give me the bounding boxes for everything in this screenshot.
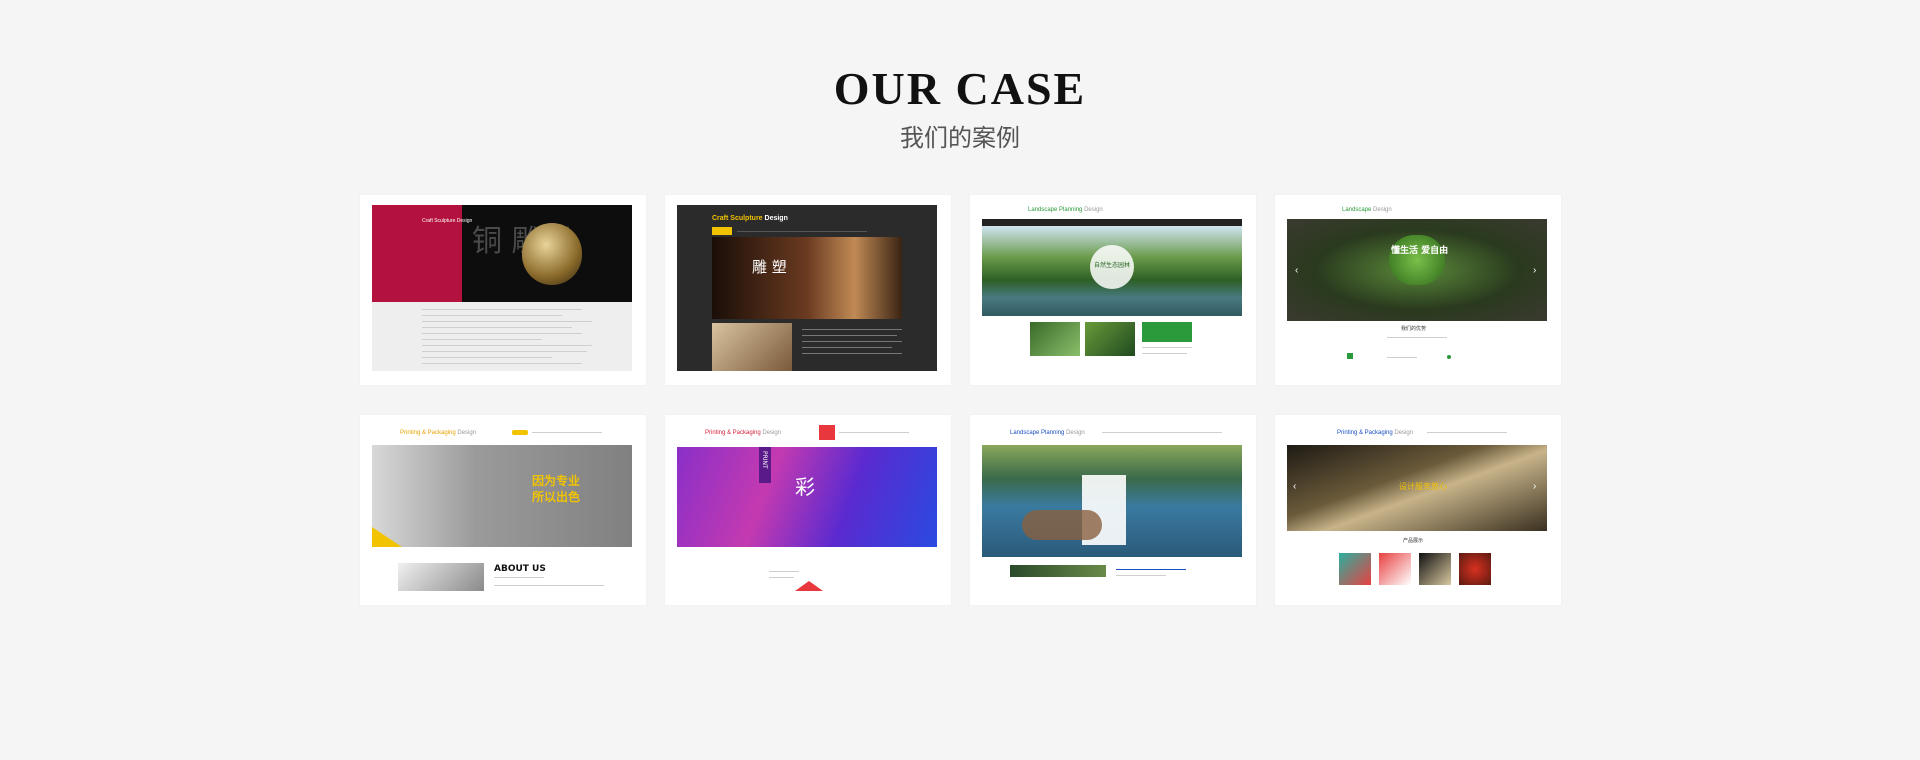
case-5-hero-1: 因为专业 [532, 474, 581, 488]
case-2-brand-b: Design [764, 215, 788, 222]
case-card-3[interactable]: Landscape Planning Design 自然生态园林 [970, 195, 1256, 385]
case-3-brand-b: Design [1084, 207, 1103, 213]
case-card-5[interactable]: Printing & Packaging Design 因为专业 所以出色 AB… [360, 415, 646, 605]
case-3-brand-a: Landscape Planning [1028, 207, 1083, 213]
case-5-brand-b: Design [457, 430, 477, 436]
case-6-brand-b: Design [762, 430, 782, 436]
case-thumbnail-2: Craft Sculpture Design 雕 塑 [677, 205, 937, 371]
case-5-brand-a: Printing & Packaging [400, 430, 456, 436]
case-4-prev-icon: ‹ [1295, 265, 1299, 276]
page-subtitle: 我们的案例 [900, 124, 1020, 152]
case-4-brand-b: Design [1373, 207, 1392, 213]
case-4-section: 我们的优势 [1401, 326, 1427, 332]
case-7-brand-a: Landscape Planning [1010, 430, 1065, 436]
case-card-6[interactable]: Printing & Packaging Design PRINT 彩 [665, 415, 951, 605]
case-5-about: ABOUT US [494, 564, 546, 574]
case-6-hero: 彩 [795, 475, 815, 499]
case-thumbnail-7: Landscape Planning Design [982, 425, 1242, 591]
case-8-section: 产品展示 [1403, 538, 1424, 544]
case-8-brand-b: Design [1394, 430, 1414, 436]
case-thumbnail-5: Printing & Packaging Design 因为专业 所以出色 AB… [372, 425, 632, 591]
case-6-print: PRINT [761, 451, 768, 469]
case-thumbnail-3: Landscape Planning Design 自然生态园林 [982, 205, 1242, 371]
case-8-hero: 设计服务放心 [1399, 482, 1447, 491]
page-title: OUR CASE [833, 63, 1087, 114]
case-8-brand-a: Printing & Packaging [1337, 430, 1393, 436]
case-thumbnail-6: Printing & Packaging Design PRINT 彩 [677, 425, 937, 591]
case-4-next-icon: › [1533, 265, 1537, 276]
case-card-2[interactable]: Craft Sculpture Design 雕 塑 [665, 195, 951, 385]
case-8-next-icon: › [1533, 481, 1537, 492]
case-1-brand: Craft Sculpture Design [422, 218, 473, 224]
case-card-7[interactable]: Landscape Planning Design [970, 415, 1256, 605]
case-2-brand-a: Craft Sculpture [712, 215, 763, 222]
case-thumbnail-4: Landscape Design 懂生活 爱自由 ‹ › 我们的优势 [1287, 205, 1547, 371]
case-card-4[interactable]: Landscape Design 懂生活 爱自由 ‹ › 我们的优势 [1275, 195, 1561, 385]
case-thumbnail-8: Printing & Packaging Design 设计服务放心 ‹ › 产… [1287, 425, 1547, 591]
case-3-hero: 自然生态园林 [1094, 262, 1131, 269]
case-thumbnail-1: Craft Sculpture Design 铜 雕塑 [372, 205, 632, 371]
case-4-hero: 懂生活 爱自由 [1391, 246, 1449, 256]
case-7-brand-b: Design [1066, 430, 1085, 436]
case-4-brand-a: Landscape [1342, 207, 1372, 213]
case-card-1[interactable]: Craft Sculpture Design 铜 雕塑 [360, 195, 646, 385]
case-card-8[interactable]: Printing & Packaging Design 设计服务放心 ‹ › 产… [1275, 415, 1561, 605]
case-5-hero-2: 所以出色 [532, 490, 581, 504]
case-2-hero: 雕 塑 [752, 258, 787, 276]
case-6-brand-a: Printing & Packaging [705, 430, 761, 436]
case-8-prev-icon: ‹ [1293, 481, 1297, 492]
